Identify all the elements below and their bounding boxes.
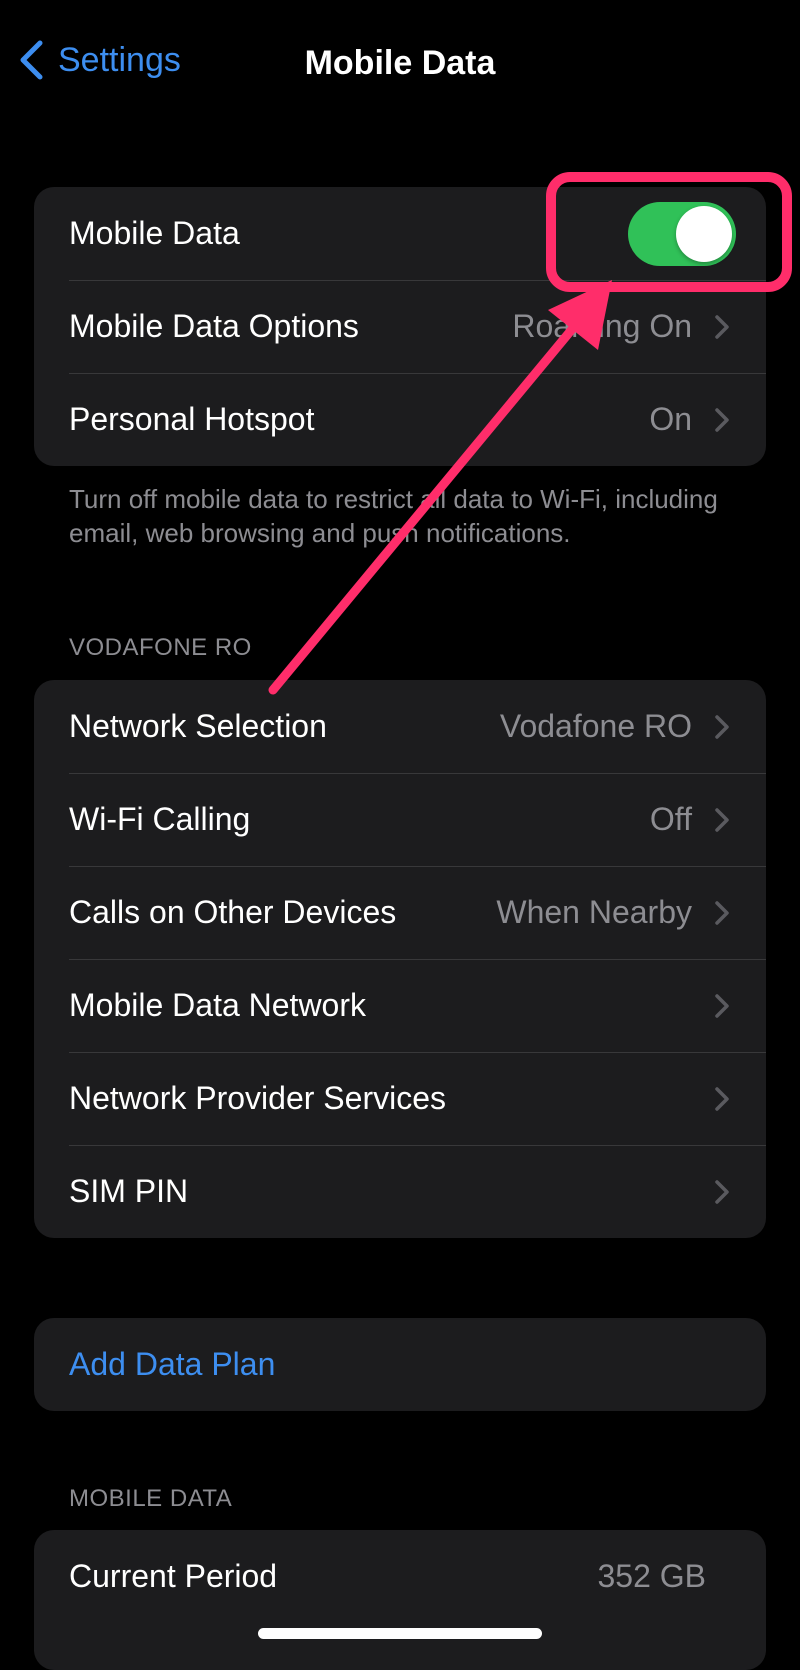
sim-pin-label: SIM PIN <box>69 1173 189 1209</box>
network-provider-services-label: Network Provider Services <box>69 1080 446 1116</box>
wifi-calling-row[interactable]: Wi-Fi Calling Off <box>34 773 766 866</box>
mobile-data-toggle[interactable] <box>628 201 736 266</box>
toggle-knob <box>676 205 732 262</box>
network-selection-row[interactable]: Network Selection Vodafone RO <box>34 680 766 773</box>
mobile-data-network-row[interactable]: Mobile Data Network <box>34 959 766 1052</box>
chevron-right-icon <box>715 1086 729 1111</box>
current-period-value: 352 GB <box>597 1558 706 1594</box>
network-selection-value: Vodafone RO <box>499 708 692 744</box>
add-data-plan-label: Add Data Plan <box>69 1346 276 1382</box>
mobile-data-options-label: Mobile Data Options <box>69 308 359 344</box>
chevron-right-icon <box>715 407 729 432</box>
personal-hotspot-label: Personal Hotspot <box>69 401 315 437</box>
page-title: Mobile Data <box>304 44 496 82</box>
carrier-group: Network Selection Vodafone RO Wi-Fi Call… <box>34 680 766 1238</box>
network-selection-label: Network Selection <box>69 708 327 744</box>
calls-other-devices-label: Calls on Other Devices <box>69 894 397 930</box>
wifi-calling-label: Wi-Fi Calling <box>69 801 251 837</box>
carrier-section-header: VODAFONE RO <box>69 634 252 661</box>
personal-hotspot-value: On <box>649 401 692 437</box>
mobile-data-network-label: Mobile Data Network <box>69 987 366 1023</box>
chevron-right-icon <box>715 714 729 739</box>
add-data-plan-button[interactable]: Add Data Plan <box>34 1318 766 1411</box>
mobile-data-options-value: Roaming On <box>512 308 692 344</box>
mobile-data-label: Mobile Data <box>69 215 240 251</box>
calls-other-devices-value: When Nearby <box>496 894 692 930</box>
mobile-data-group: Mobile Data Mobile Data Options Roaming … <box>34 187 766 466</box>
chevron-right-icon <box>715 900 729 925</box>
usage-section-header: MOBILE DATA <box>69 1485 233 1512</box>
chevron-right-icon <box>715 314 729 339</box>
mobile-data-footnote: Turn off mobile data to restrict all dat… <box>69 484 718 548</box>
chevron-right-icon <box>715 1179 729 1204</box>
add-data-plan-group: Add Data Plan <box>34 1318 766 1411</box>
current-period-row: Current Period 352 GB <box>34 1530 766 1623</box>
home-indicator <box>258 1628 542 1639</box>
sim-pin-row[interactable]: SIM PIN <box>34 1145 766 1238</box>
wifi-calling-value: Off <box>649 801 692 837</box>
mobile-data-row: Mobile Data <box>34 187 766 280</box>
current-period-label: Current Period <box>69 1558 278 1594</box>
navigation-bar: Settings Mobile Data <box>0 0 800 130</box>
chevron-right-icon <box>715 807 729 832</box>
personal-hotspot-row[interactable]: Personal Hotspot On <box>34 373 766 466</box>
usage-group: Current Period 352 GB <box>34 1530 766 1670</box>
calls-other-devices-row[interactable]: Calls on Other Devices When Nearby <box>34 866 766 959</box>
network-provider-services-row[interactable]: Network Provider Services <box>34 1052 766 1145</box>
mobile-data-options-row[interactable]: Mobile Data Options Roaming On <box>34 280 766 373</box>
chevron-right-icon <box>715 993 729 1018</box>
